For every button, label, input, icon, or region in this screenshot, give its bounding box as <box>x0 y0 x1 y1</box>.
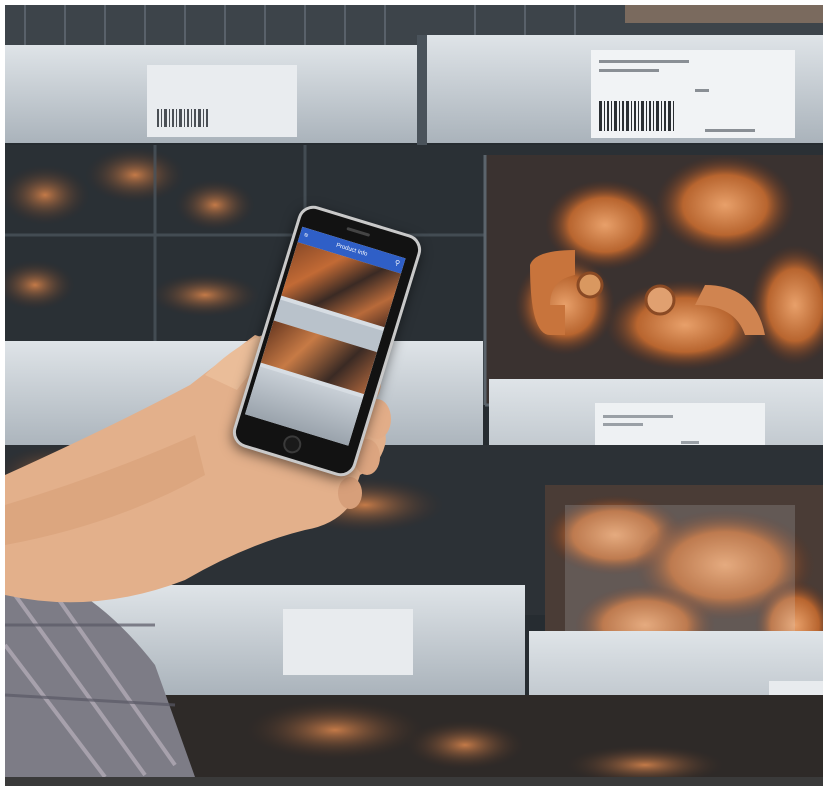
photo-frame: ≡ Product Info ⚲ <box>5 5 823 777</box>
shelf-scene <box>5 5 823 777</box>
menu-icon: ≡ <box>302 231 309 240</box>
bottom-bar <box>5 777 823 786</box>
search-icon: ⚲ <box>393 259 401 268</box>
